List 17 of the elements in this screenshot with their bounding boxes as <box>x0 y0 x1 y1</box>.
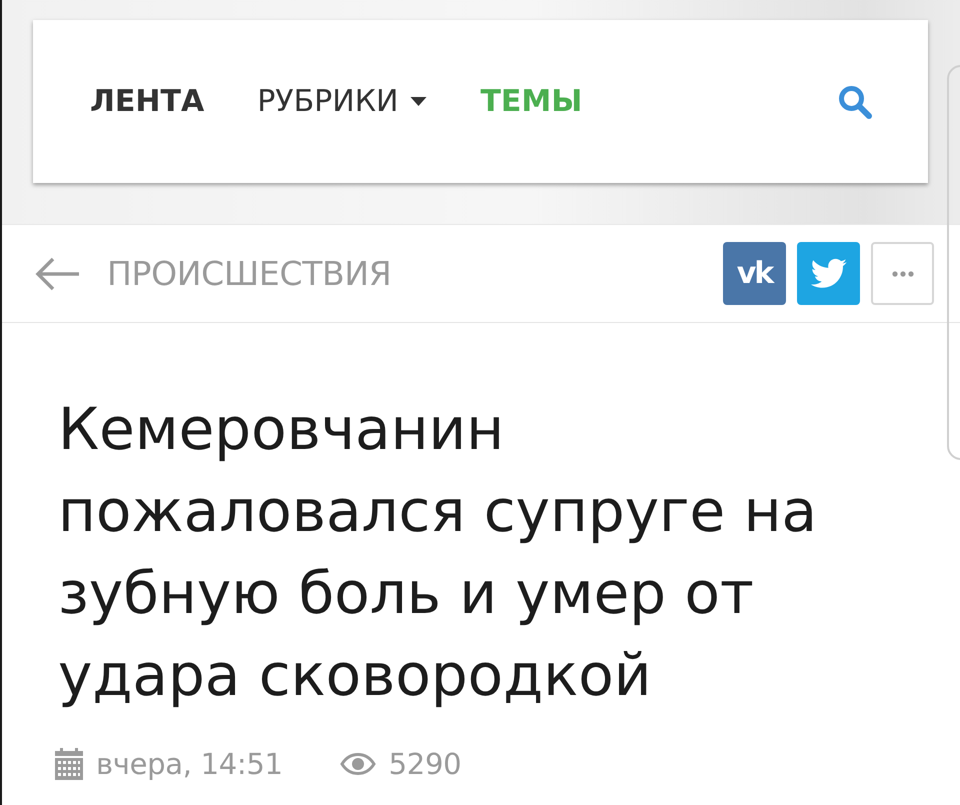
publish-date: вчера, 14:51 <box>96 747 283 781</box>
share-button[interactable] <box>871 242 934 305</box>
caret-icon <box>410 97 428 106</box>
calendar-icon <box>55 748 83 780</box>
search-icon[interactable] <box>838 84 872 118</box>
share-button[interactable]: vk <box>723 242 786 305</box>
nav-link[interactable]: ТЕМЫ <box>480 84 582 119</box>
bird-icon <box>810 258 846 289</box>
back-arrow-icon <box>35 256 81 290</box>
more-icon <box>892 270 914 276</box>
nav-link[interactable]: ЛЕНТА <box>90 84 204 119</box>
eye-icon <box>340 753 376 775</box>
view-count: 5290 <box>388 747 462 781</box>
nav-link[interactable]: РУБРИКИ <box>257 84 428 119</box>
back-link[interactable]: ПРОИСШЕСТВИЯ <box>35 254 392 293</box>
share-button[interactable] <box>797 242 860 305</box>
article-headline: Кемеровчанин пожаловался супруге на зубную боль и умер от удара сковородкой <box>58 394 818 711</box>
